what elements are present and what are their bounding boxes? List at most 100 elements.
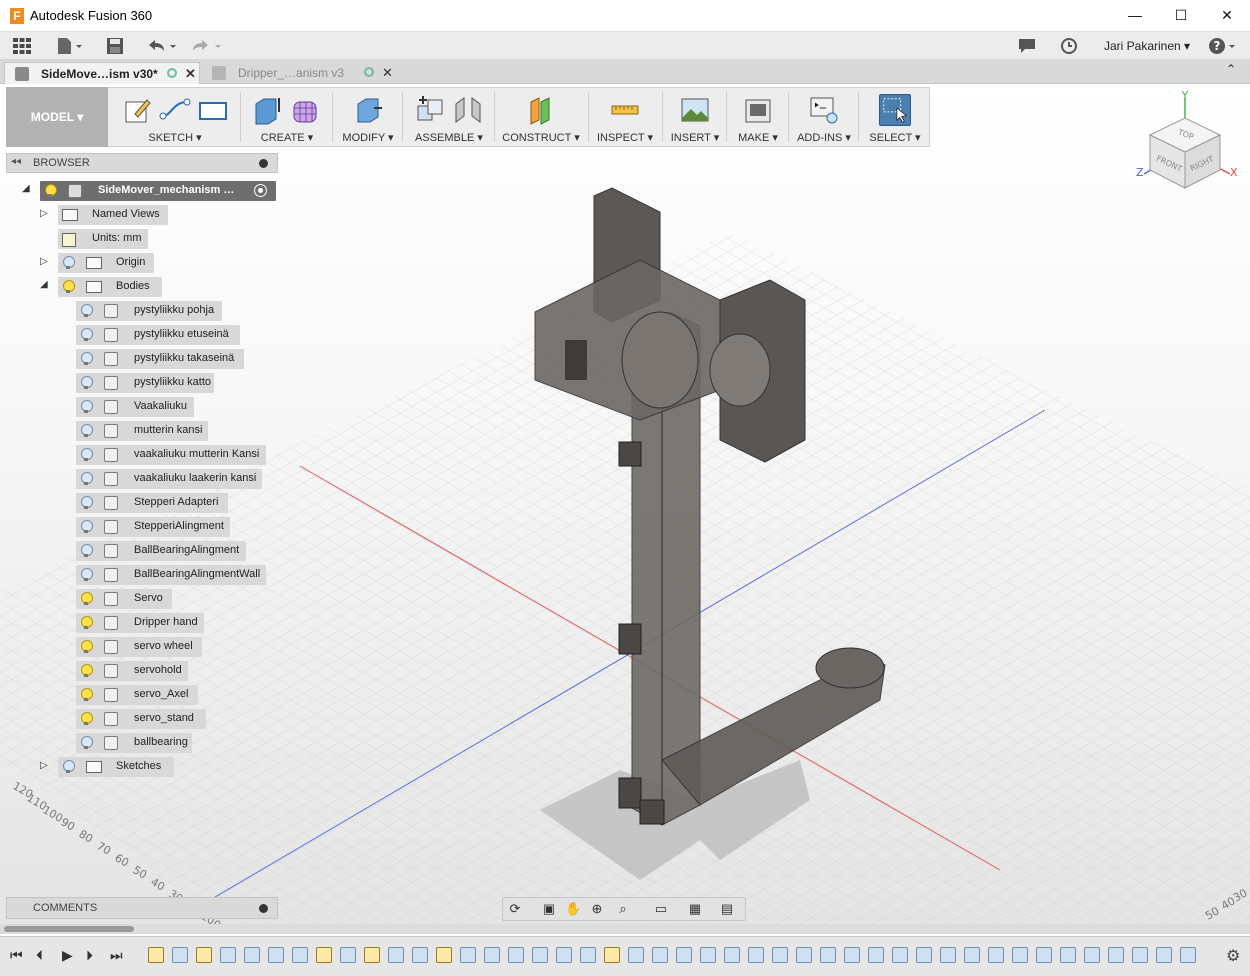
timeline-sketch-feature-icon[interactable] (316, 947, 332, 963)
timeline-feature-icon[interactable] (748, 947, 764, 963)
visibility-bulb-icon[interactable] (81, 592, 93, 605)
timeline-feature-icon[interactable] (1180, 947, 1196, 963)
timeline-feature-icon[interactable] (172, 947, 188, 963)
timeline-feature-icon[interactable] (1012, 947, 1028, 963)
insert-group[interactable]: INSERT ▾ (666, 87, 724, 147)
timeline-feature-icon[interactable] (1036, 947, 1052, 963)
visibility-bulb-icon[interactable] (81, 328, 93, 341)
timeline-feature-icon[interactable] (988, 947, 1004, 963)
browser-item-body[interactable]: pystyliikku pohja (76, 301, 222, 321)
visibility-bulb-icon[interactable] (81, 544, 93, 557)
viewcube[interactable]: TOP FRONT RIGHT Y X Z (1130, 89, 1240, 200)
expand-arrow-icon[interactable]: ▷ (40, 256, 48, 267)
zoom-window-icon[interactable]: ⌕ (615, 901, 631, 917)
timeline-feature-icon[interactable] (340, 947, 356, 963)
browser-item-origin[interactable]: Origin (58, 253, 154, 273)
timeline-sketch-feature-icon[interactable] (436, 947, 452, 963)
collapse-panel-icon[interactable]: ◂◂ (11, 156, 21, 167)
select-group[interactable]: SELECT ▾ (862, 87, 928, 147)
close-window-button[interactable]: ✕ (1204, 0, 1250, 30)
timeline-feature-icon[interactable] (940, 947, 956, 963)
close-tab-icon[interactable]: ✕ (185, 63, 196, 85)
timeline-feature-icon[interactable] (1084, 947, 1100, 963)
visibility-bulb-icon[interactable] (45, 184, 57, 197)
visibility-bulb-icon[interactable] (63, 256, 75, 269)
timeline-feature-icon[interactable] (244, 947, 260, 963)
timeline-feature-icon[interactable] (556, 947, 572, 963)
assemble-group[interactable]: ASSEMBLE ▾ (406, 87, 492, 147)
timeline-feature-icon[interactable] (388, 947, 404, 963)
add-ins-group[interactable]: ADD-INS ▾ (792, 87, 856, 147)
minimize-button[interactable]: — (1112, 0, 1158, 30)
timeline-sketch-feature-icon[interactable] (364, 947, 380, 963)
browser-item-bodies[interactable]: Bodies (58, 277, 162, 297)
undo-icon[interactable] (146, 37, 180, 55)
timeline-feature-icon[interactable] (892, 947, 908, 963)
visibility-bulb-icon[interactable] (81, 496, 93, 509)
help-icon[interactable]: ? (1208, 37, 1238, 55)
visibility-bulb-icon[interactable] (81, 352, 93, 365)
save-icon[interactable] (106, 37, 124, 55)
make-group[interactable]: MAKE ▾ (730, 87, 786, 147)
redo-icon[interactable] (190, 37, 224, 55)
visibility-bulb-icon[interactable] (63, 280, 75, 293)
visibility-bulb-icon[interactable] (81, 640, 93, 653)
browser-item-body[interactable]: servo wheel (76, 637, 202, 657)
user-account-menu[interactable]: Jari Pakarinen ▾ (1104, 39, 1190, 53)
construct-group[interactable]: CONSTRUCT ▾ (498, 87, 584, 147)
comments-icon[interactable] (1018, 37, 1036, 55)
expand-arrow-icon[interactable]: ▷ (40, 208, 48, 219)
browser-item-sketches[interactable]: Sketches (58, 757, 174, 777)
timeline-feature-icon[interactable] (1108, 947, 1124, 963)
browser-item-body[interactable]: Servo (76, 589, 172, 609)
visibility-bulb-icon[interactable] (81, 568, 93, 581)
visibility-bulb-icon[interactable] (81, 304, 93, 317)
timeline-feature-icon[interactable] (964, 947, 980, 963)
timeline-feature-icon[interactable] (820, 947, 836, 963)
browser-panel-header[interactable]: ◂◂ BROWSER (6, 153, 278, 173)
orbit-icon[interactable]: ⟳ (507, 901, 523, 917)
browser-item-body[interactable]: pystyliikku etuseinä (76, 325, 240, 345)
browser-item-body[interactable]: servo_Axel (76, 685, 198, 705)
browser-item-body[interactable]: Vaakaliuku (76, 397, 194, 417)
timeline-feature-icon[interactable] (700, 947, 716, 963)
expand-arrow-icon[interactable]: ▷ (40, 760, 48, 771)
step-back-icon[interactable]: ⏴ (36, 947, 43, 964)
timeline-feature-icon[interactable] (868, 947, 884, 963)
visibility-bulb-icon[interactable] (81, 376, 93, 389)
job-status-clock-icon[interactable] (1060, 37, 1078, 55)
timeline-settings-gear-icon[interactable]: ⚙ (1226, 946, 1240, 966)
data-panel-grid-icon[interactable] (12, 37, 32, 55)
visibility-bulb-icon[interactable] (81, 712, 93, 725)
browser-item-body[interactable]: mutterin kansi (76, 421, 208, 441)
add-comment-icon[interactable] (259, 904, 268, 913)
timeline-feature-icon[interactable] (580, 947, 596, 963)
activate-component-icon[interactable] (254, 184, 267, 197)
tab-sidemover[interactable]: SideMove…ism v30* ✕ (4, 62, 200, 84)
visibility-bulb-icon[interactable] (81, 448, 93, 461)
browser-item-body[interactable]: StepperiAlingment (76, 517, 230, 537)
workspace-switcher-button[interactable]: MODEL ▾ (6, 87, 108, 147)
visibility-bulb-icon[interactable] (81, 736, 93, 749)
timeline-feature-icon[interactable] (484, 947, 500, 963)
create-group[interactable]: CREATE ▾ (244, 87, 330, 147)
browser-item-named-views[interactable]: Named Views (58, 205, 168, 225)
visibility-bulb-icon[interactable] (81, 400, 93, 413)
timeline-feature-icon[interactable] (1156, 947, 1172, 963)
go-to-start-icon[interactable]: ⏮ (10, 947, 23, 964)
visibility-bulb-icon[interactable] (63, 760, 75, 773)
look-at-icon[interactable]: ▣ (541, 901, 557, 917)
browser-item-units[interactable]: Units: mm (58, 229, 148, 249)
collapse-arrow-icon[interactable]: ◢ (40, 279, 48, 290)
tab-dripper[interactable]: Dripper_…anism v3 ✕ (202, 62, 398, 84)
timeline-feature-icon[interactable] (292, 947, 308, 963)
timeline-feature-icon[interactable] (652, 947, 668, 963)
timeline-feature-icon[interactable] (1060, 947, 1076, 963)
timeline-feature-icon[interactable] (532, 947, 548, 963)
scroll-thumb[interactable] (4, 926, 134, 932)
comments-panel-header[interactable]: COMMENTS (6, 897, 278, 919)
browser-item-body[interactable]: vaakaliuku laakerin kansi (76, 469, 262, 489)
minimize-panel-icon[interactable] (259, 159, 268, 168)
play-icon[interactable]: ▶ (62, 947, 73, 964)
viewports-icon[interactable]: ▤ (719, 901, 735, 917)
